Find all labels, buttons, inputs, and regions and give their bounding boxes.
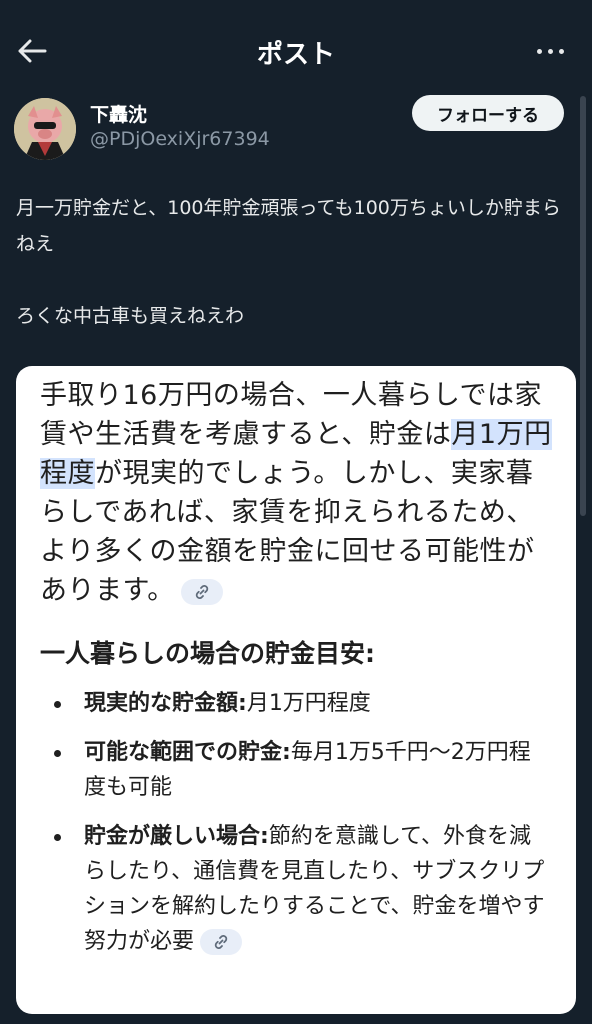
top-bar: ポスト — [0, 0, 592, 100]
more-options-button[interactable] — [528, 38, 572, 64]
bullet-dot — [54, 701, 61, 708]
list-item: 現実的な貯金額:月1万円程度 — [40, 686, 552, 721]
card-paragraph: 手取り16万円の場合、一人暮らしでは家賃や生活費を考慮すると、貯金は月1万円程度… — [40, 376, 552, 610]
follow-button[interactable]: フォローする — [412, 95, 564, 131]
avatar-image — [14, 98, 76, 160]
bullet-dot — [54, 750, 61, 757]
list-item: 貯金が厳しい場合:節約を意識して、外食を減らしたり、通信費を見直したり、サブスク… — [40, 819, 552, 959]
author-handle[interactable]: @PDjOexiXjr67394 — [90, 128, 270, 150]
author-name[interactable]: 下轟沈 — [90, 100, 147, 127]
source-link-chip[interactable] — [200, 929, 243, 955]
bullet-dot — [54, 834, 61, 841]
bullet-title: 貯金が厳しい場合: — [84, 824, 269, 849]
bullet-title: 現実的な貯金額: — [84, 691, 247, 716]
list-item: 可能な範囲での貯金:毎月1万5千円〜2万円程度も可能 — [40, 735, 552, 805]
post-page: ポスト 下轟沈 @PDjOexiXjr67394 フォローする 月一万貯金だと、… — [0, 0, 592, 1024]
more-dot — [547, 48, 553, 54]
post-text-line2: ろくな中古車も買えねえわ — [16, 305, 245, 327]
link-icon — [195, 584, 208, 599]
attached-image-card[interactable]: 手取り16万円の場合、一人暮らしでは家賃や生活費を考慮すると、貯金は月1万円程度… — [16, 366, 576, 1014]
page-title: ポスト — [256, 40, 335, 70]
more-horizontal-icon — [536, 48, 542, 54]
bullet-list: 現実的な貯金額:月1万円程度 可能な範囲での貯金:毎月1万5千円〜2万円程度も可… — [40, 686, 552, 973]
link-icon — [214, 935, 228, 949]
post-text-line1: 月一万貯金だと、100年貯金頑張っても100万ちょいしか貯まらねえ — [16, 197, 561, 255]
source-link-chip[interactable] — [180, 578, 223, 605]
more-dot — [558, 48, 564, 54]
scrollbar-thumb[interactable] — [580, 96, 586, 516]
card-heading: 一人暮らしの場合の貯金目安: — [40, 639, 375, 668]
card-paragraph-end: が現実的でしょう。しかし、実家暮らしであれば、家賃を抑えられるため、より多くの金… — [40, 458, 535, 606]
bullet-body: 月1万円程度 — [246, 691, 371, 716]
bullet-title: 可能な範囲での貯金: — [84, 740, 291, 765]
scrollbar[interactable] — [580, 96, 586, 1008]
avatar[interactable] — [14, 98, 76, 160]
